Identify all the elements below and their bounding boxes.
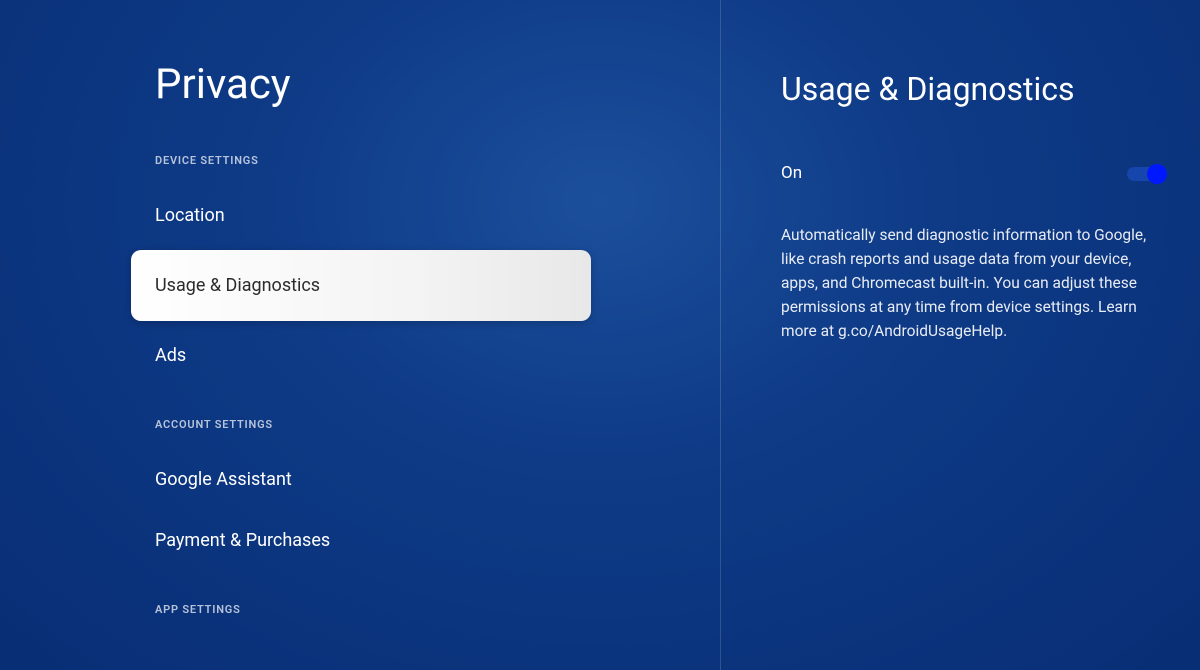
section-label-app-settings: APP SETTINGS xyxy=(155,603,720,616)
menu-item-google-assistant[interactable]: Google Assistant xyxy=(131,453,591,506)
menu-item-ads[interactable]: Ads xyxy=(131,329,591,382)
menu-item-usage-diagnostics[interactable]: Usage & Diagnostics xyxy=(131,250,591,321)
section-label-account-settings: ACCOUNT SETTINGS xyxy=(155,418,720,431)
toggle-switch-icon xyxy=(1127,164,1165,182)
menu-item-location[interactable]: Location xyxy=(131,189,591,242)
privacy-settings-panel: Privacy DEVICE SETTINGS Location Usage &… xyxy=(0,0,720,670)
detail-description: Automatically send diagnostic informatio… xyxy=(781,223,1165,343)
menu-item-payment-purchases[interactable]: Payment & Purchases xyxy=(131,514,591,567)
toggle-label: On xyxy=(781,163,802,183)
section-label-device-settings: DEVICE SETTINGS xyxy=(155,154,720,167)
page-title: Privacy xyxy=(155,60,720,109)
usage-diagnostics-toggle-row[interactable]: On xyxy=(781,163,1165,183)
detail-panel: Usage & Diagnostics On Automatically sen… xyxy=(720,0,1200,670)
detail-title: Usage & Diagnostics xyxy=(781,70,1165,108)
